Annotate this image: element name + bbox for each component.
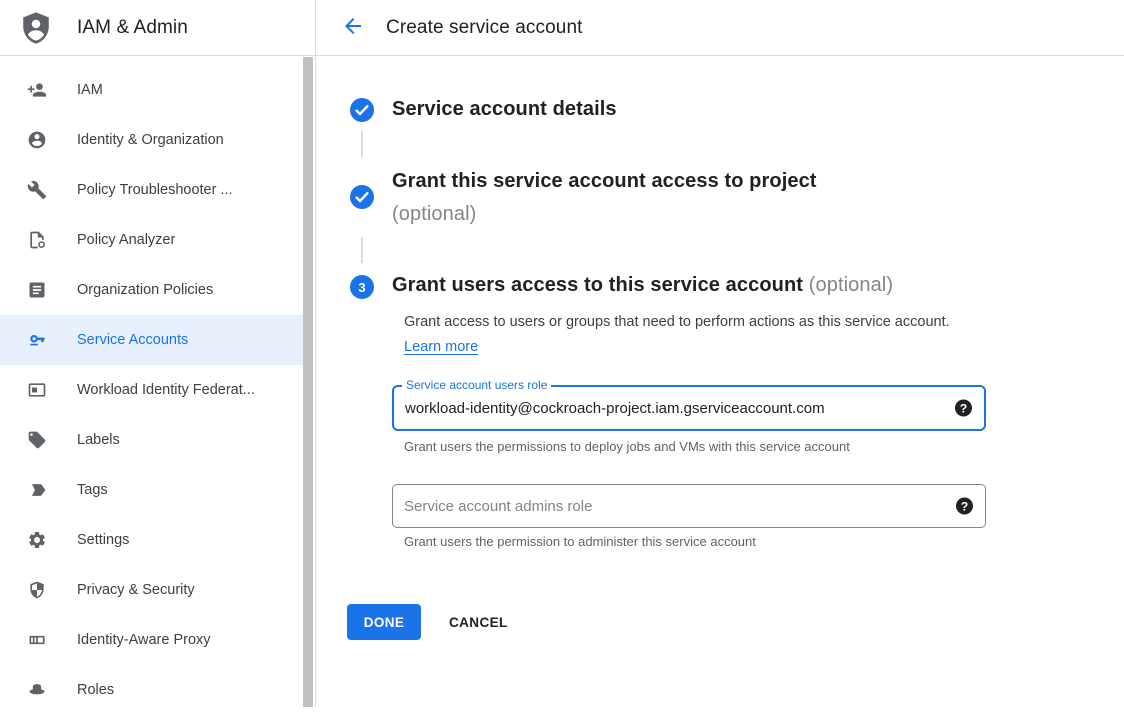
step-connector xyxy=(361,237,363,263)
sidebar-item-label: Privacy & Security xyxy=(77,582,195,598)
sidebar-item-identity-aware-proxy[interactable]: Identity-Aware Proxy xyxy=(0,615,303,665)
done-button[interactable]: DONE xyxy=(347,604,421,640)
sidebar-item-policy-analyzer[interactable]: Policy Analyzer xyxy=(0,215,303,265)
sidebar-item-label: Roles xyxy=(77,682,114,698)
sidebar-item-label: Policy Troubleshooter ... xyxy=(77,182,233,198)
policy-analyzer-icon xyxy=(27,230,47,250)
sidebar-item-service-accounts[interactable]: Service Accounts xyxy=(0,315,303,365)
sidebar-item-workload-identity-federation[interactable]: Workload Identity Federat... xyxy=(0,365,303,415)
sidebar-divider xyxy=(315,0,316,707)
service-account-users-role-field: Service account users role xyxy=(392,385,986,431)
hat-icon xyxy=(27,680,47,700)
sidebar-item-privacy-security[interactable]: Privacy & Security xyxy=(0,565,303,615)
admins-role-helper-text: Grant users the permission to administer… xyxy=(404,534,756,549)
sidebar-item-identity-organization[interactable]: Identity & Organization xyxy=(0,115,303,165)
back-button[interactable] xyxy=(340,15,366,41)
label-tag-icon xyxy=(27,430,47,450)
step-1-title[interactable]: Service account details xyxy=(392,98,617,121)
admins-role-help-icon[interactable] xyxy=(956,498,973,515)
sidebar-item-label: Identity & Organization xyxy=(77,132,224,148)
sidebar-item-settings[interactable]: Settings xyxy=(0,515,303,565)
sidebar-item-label: Organization Policies xyxy=(77,282,213,298)
proxy-icon xyxy=(27,630,47,650)
sidebar-item-label: IAM xyxy=(77,82,103,98)
sidebar-item-label: Settings xyxy=(77,532,129,548)
service-account-admins-role-field xyxy=(392,484,986,528)
sidebar-item-label: Policy Analyzer xyxy=(77,232,175,248)
step-1-completed-check-icon xyxy=(350,98,374,122)
article-icon xyxy=(27,280,47,300)
page-header: Create service account xyxy=(316,0,1124,56)
sidebar-item-iam[interactable]: IAM xyxy=(0,65,303,115)
step-3-number-icon: 3 xyxy=(350,275,374,299)
identity-card-icon xyxy=(27,380,47,400)
sidebar-item-roles[interactable]: Roles xyxy=(0,665,303,715)
shield-icon xyxy=(27,580,47,600)
sidebar-item-tags[interactable]: Tags xyxy=(0,465,303,515)
sidebar-item-label: Tags xyxy=(77,482,108,498)
arrow-back-icon xyxy=(341,14,365,41)
step-2-completed-check-icon xyxy=(350,185,374,209)
admins-role-input[interactable] xyxy=(393,485,985,527)
sidebar-item-label: Service Accounts xyxy=(77,332,188,348)
sidebar-item-policy-troubleshooter[interactable]: Policy Troubleshooter ... xyxy=(0,165,303,215)
users-role-field-label: Service account users role xyxy=(402,378,551,392)
gear-icon xyxy=(27,530,47,550)
step-connector xyxy=(361,131,363,157)
users-role-help-icon[interactable] xyxy=(955,400,972,417)
learn-more-link[interactable]: Learn more xyxy=(404,339,478,355)
sidebar-item-labels[interactable]: Labels xyxy=(0,415,303,465)
step-2-title[interactable]: Grant this service account access to pro… xyxy=(392,165,817,231)
tag-arrow-icon xyxy=(27,480,47,500)
wrench-icon xyxy=(27,180,47,200)
product-title: IAM & Admin xyxy=(77,17,188,39)
step-3-title[interactable]: Grant users access to this service accou… xyxy=(392,274,893,297)
users-role-helper-text: Grant users the permissions to deploy jo… xyxy=(404,439,850,454)
sidebar-nav: IAM Identity & Organization Policy Troub… xyxy=(0,57,303,715)
iam-admin-shield-logo-icon xyxy=(19,10,53,46)
users-role-input[interactable] xyxy=(394,387,984,429)
sidebar-scrollbar[interactable] xyxy=(303,57,313,707)
sidebar-item-organization-policies[interactable]: Organization Policies xyxy=(0,265,303,315)
person-add-icon xyxy=(27,80,47,100)
account-circle-icon xyxy=(27,130,47,150)
step-2-optional-label: (optional) xyxy=(392,198,817,231)
step-3-optional-label: (optional) xyxy=(809,274,893,296)
service-account-key-icon xyxy=(27,330,47,350)
sidebar-item-label: Labels xyxy=(77,432,120,448)
page-title: Create service account xyxy=(386,17,583,39)
step-3-description: Grant access to users or groups that nee… xyxy=(404,310,960,360)
cancel-button[interactable]: CANCEL xyxy=(449,604,508,640)
sidebar-item-label: Identity-Aware Proxy xyxy=(77,632,211,648)
sidebar-item-label: Workload Identity Federat... xyxy=(77,382,255,398)
sidebar-header: IAM & Admin xyxy=(0,0,315,56)
